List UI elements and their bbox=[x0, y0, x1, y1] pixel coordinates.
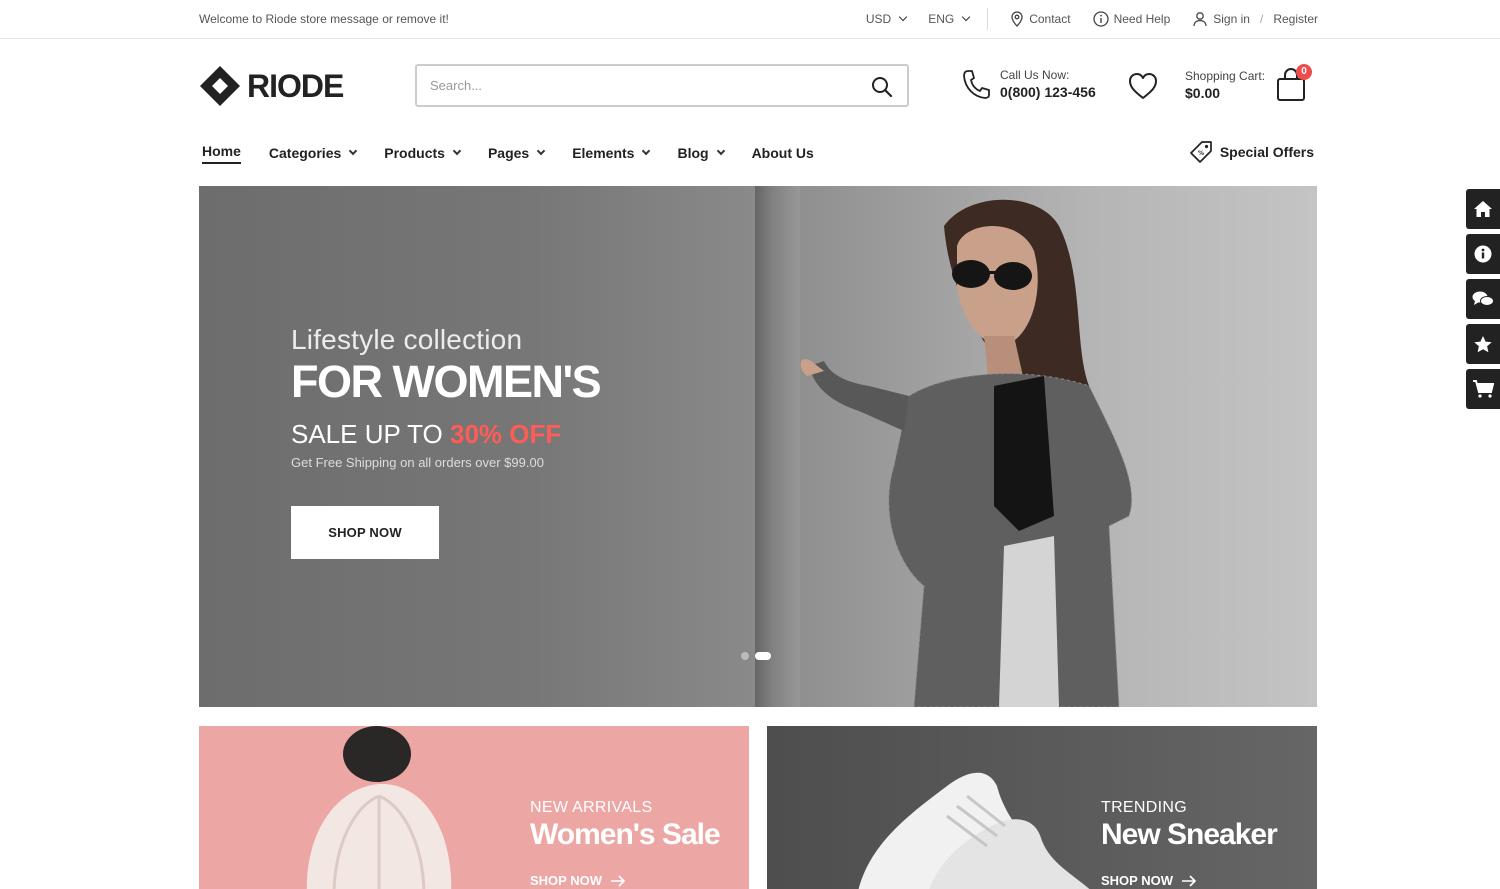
banner-title: Women's Sale bbox=[530, 818, 721, 851]
nav-label: Home bbox=[202, 143, 241, 164]
sidebar-info-button[interactable] bbox=[1466, 234, 1500, 274]
sidebar-chat-button[interactable] bbox=[1466, 279, 1500, 319]
banner-new-sneaker[interactable]: TRENDING New Sneaker SHOP NOW bbox=[767, 726, 1317, 889]
nav-item-about[interactable]: About Us bbox=[752, 142, 814, 164]
cart-bag: 0 bbox=[1275, 64, 1313, 102]
cart-text: Shopping Cart: $0.00 bbox=[1185, 69, 1265, 101]
sticky-sidebar bbox=[1466, 189, 1500, 414]
hero-slider: Lifestyle collection FOR WOMEN'S SALE UP… bbox=[199, 186, 1317, 707]
help-link[interactable]: Need Help bbox=[1092, 11, 1171, 27]
welcome-message: Welcome to Riode store message or remove… bbox=[199, 12, 449, 26]
cart-amount: $0.00 bbox=[1185, 85, 1221, 101]
banner-shop-link[interactable]: SHOP NOW bbox=[1101, 873, 1197, 888]
shopping-cart-icon bbox=[1473, 380, 1494, 398]
chevron-down-icon bbox=[452, 146, 462, 156]
banner-link-label: SHOP NOW bbox=[530, 873, 602, 888]
cart-count-badge: 0 bbox=[1296, 64, 1313, 80]
slash-separator: / bbox=[1259, 12, 1264, 26]
arrow-right-icon bbox=[611, 874, 626, 887]
contact-link[interactable]: Contact bbox=[1010, 11, 1071, 27]
chevron-down-icon bbox=[536, 146, 546, 156]
banner-kicker: NEW ARRIVALS bbox=[530, 799, 653, 816]
hero-shipping-note: Get Free Shipping on all orders over $99… bbox=[291, 455, 544, 470]
phone-icon bbox=[963, 70, 990, 99]
nav-label: Categories bbox=[268, 145, 342, 161]
sidebar-cart-button[interactable] bbox=[1466, 369, 1500, 409]
special-offers-label: Special Offers bbox=[1219, 144, 1314, 160]
hero-title: FOR WOMEN'S bbox=[291, 356, 602, 407]
location-pin-icon bbox=[1011, 11, 1023, 27]
chevron-down-icon bbox=[898, 12, 908, 22]
register-link[interactable]: Register bbox=[1273, 12, 1318, 26]
hero-sale-line: SALE UP TO 30% OFF bbox=[291, 419, 561, 450]
divider bbox=[987, 8, 989, 30]
cart-label: Shopping Cart: bbox=[1185, 69, 1266, 83]
slider-dot-active[interactable] bbox=[755, 652, 771, 660]
sneaker-image bbox=[858, 772, 1090, 889]
contact-label: Contact bbox=[1029, 12, 1071, 26]
chevron-down-icon bbox=[961, 12, 971, 22]
svg-text:%: % bbox=[1198, 150, 1204, 157]
call-number: 0(800) 123-456 bbox=[1000, 84, 1096, 100]
sidebar-favorites-button[interactable] bbox=[1466, 324, 1500, 364]
nav-item-products[interactable]: Products bbox=[384, 142, 462, 164]
slider-dots bbox=[741, 652, 771, 660]
currency-label: USD bbox=[865, 12, 892, 26]
home-icon bbox=[1474, 201, 1492, 217]
sidebar-home-button[interactable] bbox=[1466, 189, 1500, 229]
nav-label: Blog bbox=[677, 145, 709, 161]
call-label: Call Us Now: bbox=[1000, 68, 1070, 82]
currency-selector[interactable]: USD bbox=[865, 12, 908, 26]
star-icon bbox=[1474, 335, 1492, 352]
language-label: ENG bbox=[928, 12, 955, 26]
top-bar: Welcome to Riode store message or remove… bbox=[0, 0, 1500, 39]
search-box bbox=[415, 64, 909, 107]
call-us[interactable]: Call Us Now: 0(800) 123-456 bbox=[962, 68, 1096, 100]
banner-kicker: TRENDING bbox=[1101, 799, 1187, 816]
account-links: Sign in / Register bbox=[1192, 11, 1318, 27]
arrow-right-icon bbox=[1182, 874, 1197, 887]
shop-now-button[interactable]: SHOP NOW bbox=[291, 506, 439, 559]
nav-item-elements[interactable]: Elements bbox=[572, 142, 651, 164]
chat-bubbles-icon bbox=[1472, 291, 1494, 306]
price-tag-icon: % bbox=[1189, 141, 1212, 163]
language-selector[interactable]: ENG bbox=[928, 12, 971, 26]
chevron-down-icon bbox=[642, 146, 651, 156]
main-nav: Home Categories Products Pages Elements … bbox=[202, 142, 842, 164]
hero-model-image bbox=[800, 199, 1133, 707]
banner-womens-sale[interactable]: NEW ARRIVALS Women's Sale SHOP NOW bbox=[199, 726, 749, 889]
chevron-down-icon bbox=[716, 146, 725, 156]
chevron-down-icon bbox=[349, 146, 358, 156]
sale-prefix: SALE UP TO bbox=[291, 419, 443, 449]
hero-subtitle: Lifestyle collection bbox=[291, 324, 523, 355]
info-icon bbox=[1474, 245, 1492, 263]
logo[interactable]: RIODE bbox=[199, 65, 344, 107]
logo-text: RIODE bbox=[247, 67, 344, 104]
banner-shop-link[interactable]: SHOP NOW bbox=[530, 873, 626, 888]
nav-item-home[interactable]: Home bbox=[202, 142, 241, 164]
logo-mark-icon bbox=[200, 66, 240, 106]
search-input[interactable] bbox=[417, 66, 907, 105]
nav-label: Pages bbox=[487, 145, 530, 161]
nav-item-categories[interactable]: Categories bbox=[268, 142, 358, 164]
call-text: Call Us Now: 0(800) 123-456 bbox=[1000, 68, 1096, 100]
nav-label: About Us bbox=[751, 145, 814, 161]
nav-item-blog[interactable]: Blog bbox=[677, 142, 725, 164]
search-icon[interactable] bbox=[871, 76, 893, 98]
user-icon bbox=[1193, 12, 1207, 27]
info-circle-icon bbox=[1092, 11, 1109, 27]
nav-label: Products bbox=[384, 145, 445, 161]
wishlist-heart-icon[interactable] bbox=[1128, 72, 1158, 100]
slider-dot[interactable] bbox=[741, 652, 749, 660]
banner-link-label: SHOP NOW bbox=[1101, 873, 1173, 888]
help-label: Need Help bbox=[1113, 12, 1171, 26]
top-bar-links: USD ENG Contact Need Help Sign in / Regi… bbox=[866, 0, 1318, 38]
nav-item-pages[interactable]: Pages bbox=[487, 142, 546, 164]
special-offers-link[interactable]: % Special Offers bbox=[1189, 140, 1314, 164]
shopping-cart[interactable]: Shopping Cart: $0.00 0 bbox=[1185, 64, 1313, 102]
banner-title: New Sneaker bbox=[1101, 818, 1278, 851]
signin-link[interactable]: Sign in bbox=[1213, 12, 1250, 26]
sale-highlight: 30% OFF bbox=[449, 419, 562, 449]
nav-label: Elements bbox=[572, 145, 635, 161]
